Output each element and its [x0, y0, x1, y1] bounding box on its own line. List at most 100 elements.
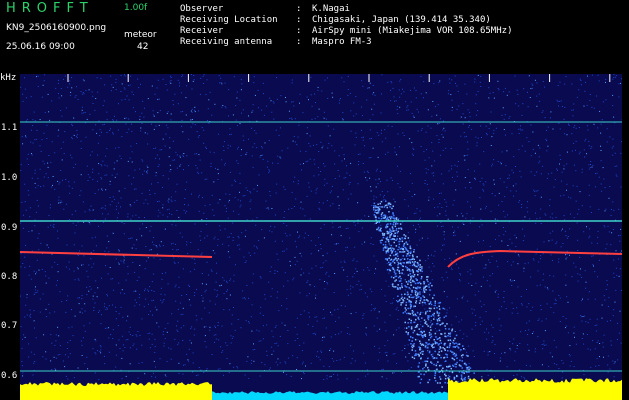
noise-speck [334, 309, 336, 311]
noise-speck [49, 119, 51, 121]
noise-speck [447, 374, 449, 376]
noise-speck [597, 236, 599, 238]
noise-speck [534, 348, 536, 350]
noise-speck [422, 311, 424, 313]
noise-speck [129, 363, 131, 365]
noise-speck [455, 316, 457, 318]
noise-speck [94, 109, 96, 111]
noise-speck [421, 237, 423, 239]
noise-speck [36, 271, 37, 273]
noise-speck [491, 336, 493, 337]
noise-speck [599, 356, 600, 358]
noise-speck [241, 149, 242, 151]
meteor-speck [393, 241, 395, 244]
noise-speck [583, 149, 585, 151]
noise-speck [173, 261, 175, 263]
noise-speck [21, 347, 23, 349]
noise-speck [250, 199, 252, 201]
noise-speck [244, 235, 246, 237]
noise-speck [376, 132, 378, 134]
noise-speck [373, 325, 375, 327]
noise-speck [204, 307, 206, 309]
meteor-speck [409, 245, 411, 247]
noise-speck [129, 204, 131, 206]
noise-speck [177, 344, 179, 346]
noise-speck [503, 291, 505, 292]
noise-speck [459, 280, 461, 282]
noise-speck [182, 154, 184, 156]
noise-speck [247, 356, 249, 358]
noise-speck [279, 336, 281, 337]
noise-speck [164, 327, 166, 329]
noise-speck [399, 96, 401, 98]
noise-speck [613, 209, 615, 211]
noise-speck [300, 314, 302, 315]
noise-speck [472, 257, 474, 259]
noise-speck [274, 273, 276, 274]
noise-speck [528, 329, 530, 331]
noise-speck [418, 111, 419, 113]
noise-speck [588, 141, 590, 142]
noise-speck [358, 164, 359, 166]
noise-speck [454, 234, 456, 236]
noise-speck [384, 199, 386, 201]
noise-speck [547, 126, 549, 128]
noise-speck [209, 204, 211, 206]
meteor-speck [444, 377, 447, 380]
noise-speck [284, 189, 286, 190]
noise-speck [570, 197, 572, 199]
meteor-speck [390, 249, 393, 251]
noise-speck [301, 169, 302, 171]
noise-speck [522, 103, 524, 105]
noise-speck [74, 279, 76, 281]
noise-speck [179, 302, 181, 304]
noise-speck [25, 135, 26, 137]
meteor-speck [426, 346, 429, 349]
noise-speck [415, 97, 417, 99]
noise-speck [230, 145, 231, 147]
meteor-speck [417, 353, 419, 356]
noise-speck [26, 158, 28, 160]
noise-speck [475, 325, 477, 327]
meteor-speck [412, 286, 415, 289]
noise-speck [124, 88, 126, 90]
meteor-speck [438, 312, 440, 314]
noise-speck [26, 294, 28, 296]
noise-speck [344, 305, 346, 307]
noise-speck [191, 111, 193, 113]
meteor-speck [397, 264, 399, 266]
noise-speck [431, 115, 433, 117]
meteor-speck [413, 251, 415, 253]
noise-speck [189, 271, 191, 273]
noise-speck [350, 313, 352, 315]
meteor-speck [437, 322, 439, 325]
meteor-speck [406, 291, 409, 293]
noise-speck [133, 244, 135, 246]
noise-speck [620, 186, 622, 188]
noise-speck [394, 201, 396, 203]
noise-speck [577, 213, 579, 215]
noise-speck [225, 193, 227, 195]
noise-speck [228, 372, 230, 374]
noise-speck [581, 320, 583, 322]
noise-speck [614, 76, 616, 78]
noise-speck [439, 118, 441, 120]
noise-speck [494, 353, 495, 354]
noise-speck [308, 142, 310, 144]
noise-speck [108, 251, 110, 253]
meteor-speck [407, 237, 410, 239]
noise-speck [357, 183, 359, 185]
noise-speck [421, 128, 423, 130]
meteor-speck [407, 333, 409, 335]
noise-speck [331, 234, 333, 236]
noise-speck [538, 318, 540, 320]
noise-speck [431, 279, 433, 281]
noise-speck [244, 262, 246, 263]
info-key: Receiver [180, 26, 224, 36]
noise-speck [92, 129, 94, 131]
noise-speck [596, 172, 598, 174]
noise-speck [544, 286, 546, 288]
noise-speck [455, 253, 457, 255]
meteor-speck [384, 241, 387, 243]
noise-speck [403, 91, 405, 93]
